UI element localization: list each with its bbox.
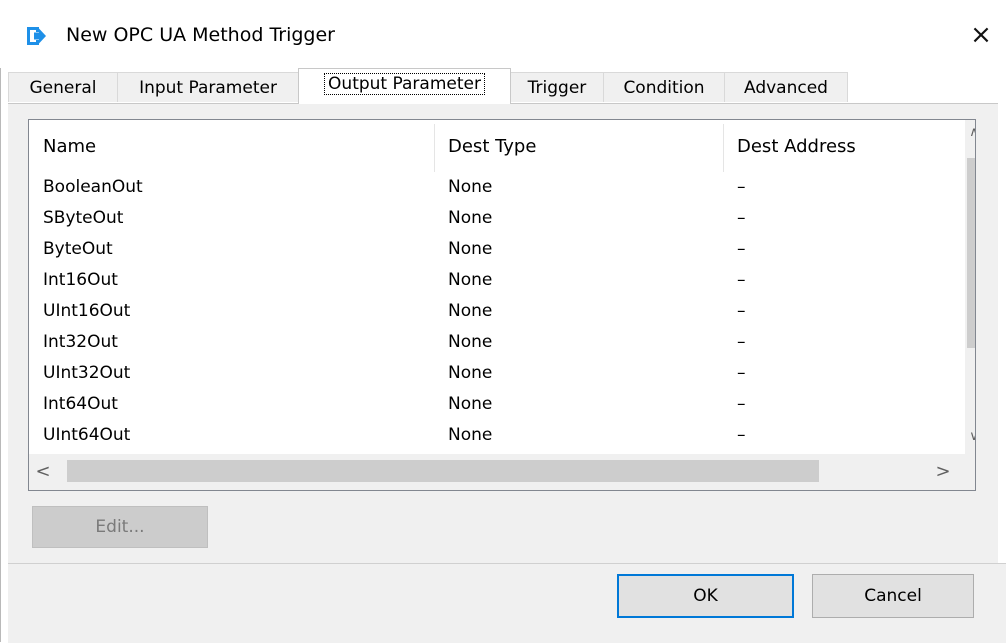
vertical-scrollbar[interactable]: ∧ ∨	[965, 120, 975, 454]
cell-name: UInt64Out	[43, 425, 131, 445]
scroll-right-arrow[interactable]: >	[933, 454, 953, 490]
tab-label: Condition	[623, 78, 705, 98]
cell-dest-address: –	[737, 363, 746, 383]
ok-button[interactable]: OK	[617, 574, 794, 618]
cell-name: SByteOut	[43, 208, 124, 228]
cell-name: BooleanOut	[43, 177, 143, 197]
cell-name: UInt32Out	[43, 363, 131, 383]
cell-dest-address: –	[737, 208, 746, 228]
window-left-border	[0, 0, 1, 642]
tab-label: Advanced	[744, 78, 828, 98]
cell-dest-address: –	[737, 239, 746, 259]
scroll-down-arrow[interactable]: ∨	[965, 426, 975, 448]
column-header-dest-type[interactable]: Dest Type	[448, 136, 536, 157]
output-parameter-list[interactable]: Name Dest Type Dest Address BooleanOut N…	[28, 119, 976, 491]
window-title: New OPC UA Method Trigger	[66, 24, 335, 46]
close-button[interactable]: ×	[964, 18, 998, 52]
cell-dest-address: –	[737, 177, 746, 197]
cancel-button[interactable]: Cancel	[812, 574, 974, 618]
cell-dest-address: –	[737, 425, 746, 445]
login-arrow-icon	[27, 27, 46, 45]
list-row[interactable]: UInt64Out None –	[29, 420, 965, 451]
cell-dest-type: None	[448, 177, 493, 197]
tab-trigger[interactable]: Trigger	[510, 72, 604, 102]
cell-dest-type: None	[448, 208, 493, 228]
cell-dest-type: None	[448, 270, 493, 290]
cell-name: Int64Out	[43, 394, 118, 414]
tab-label: Trigger	[527, 78, 587, 98]
scrollbar-corner	[965, 454, 975, 490]
list-row[interactable]: SByteOut None –	[29, 203, 965, 234]
horizontal-scroll-thumb[interactable]	[67, 460, 819, 482]
cell-dest-type: None	[448, 332, 493, 352]
cell-dest-address: –	[737, 332, 746, 352]
tab-input-parameter[interactable]: Input Parameter	[117, 72, 299, 102]
scroll-left-arrow[interactable]: <	[33, 454, 53, 490]
cell-name: UInt16Out	[43, 301, 131, 321]
list-row[interactable]: Int32Out None –	[29, 327, 965, 358]
list-row[interactable]: UInt32Out None –	[29, 358, 965, 389]
list-header: Name Dest Type Dest Address	[29, 120, 965, 172]
tab-label: General	[29, 78, 97, 98]
scroll-up-arrow[interactable]: ∧	[965, 122, 975, 144]
cell-dest-address: –	[737, 270, 746, 290]
tab-label: Input Parameter	[139, 78, 277, 98]
list-row[interactable]: UInt16Out None –	[29, 296, 965, 327]
cell-dest-type: None	[448, 394, 493, 414]
tab-advanced[interactable]: Advanced	[724, 72, 848, 102]
cell-dest-address: –	[737, 394, 746, 414]
cell-dest-address: –	[737, 301, 746, 321]
title-bar[interactable]: New OPC UA Method Trigger ×	[0, 0, 1006, 68]
cell-dest-type: None	[448, 425, 493, 445]
list-row[interactable]: Int16Out None –	[29, 265, 965, 296]
tab-condition[interactable]: Condition	[603, 72, 725, 102]
tab-output-parameter[interactable]: Output Parameter	[298, 68, 511, 104]
tab-general[interactable]: General	[8, 72, 118, 102]
vertical-scroll-thumb[interactable]	[967, 158, 975, 348]
list-row[interactable]: ByteOut None –	[29, 234, 965, 265]
cell-name: Int32Out	[43, 332, 118, 352]
column-separator[interactable]	[434, 124, 435, 172]
cell-dest-type: None	[448, 363, 493, 383]
column-separator[interactable]	[723, 124, 724, 172]
cell-name: ByteOut	[43, 239, 113, 259]
cell-dest-type: None	[448, 239, 493, 259]
list-row[interactable]: Int64Out None –	[29, 389, 965, 420]
horizontal-scrollbar[interactable]: < >	[29, 454, 965, 490]
edit-button[interactable]: Edit...	[32, 506, 208, 548]
tab-label: Output Parameter	[324, 73, 485, 95]
cell-name: Int16Out	[43, 270, 118, 290]
cell-dest-type: None	[448, 301, 493, 321]
column-header-dest-address[interactable]: Dest Address	[737, 136, 856, 157]
list-row[interactable]: BooleanOut None –	[29, 172, 965, 203]
column-header-name[interactable]: Name	[43, 136, 96, 157]
